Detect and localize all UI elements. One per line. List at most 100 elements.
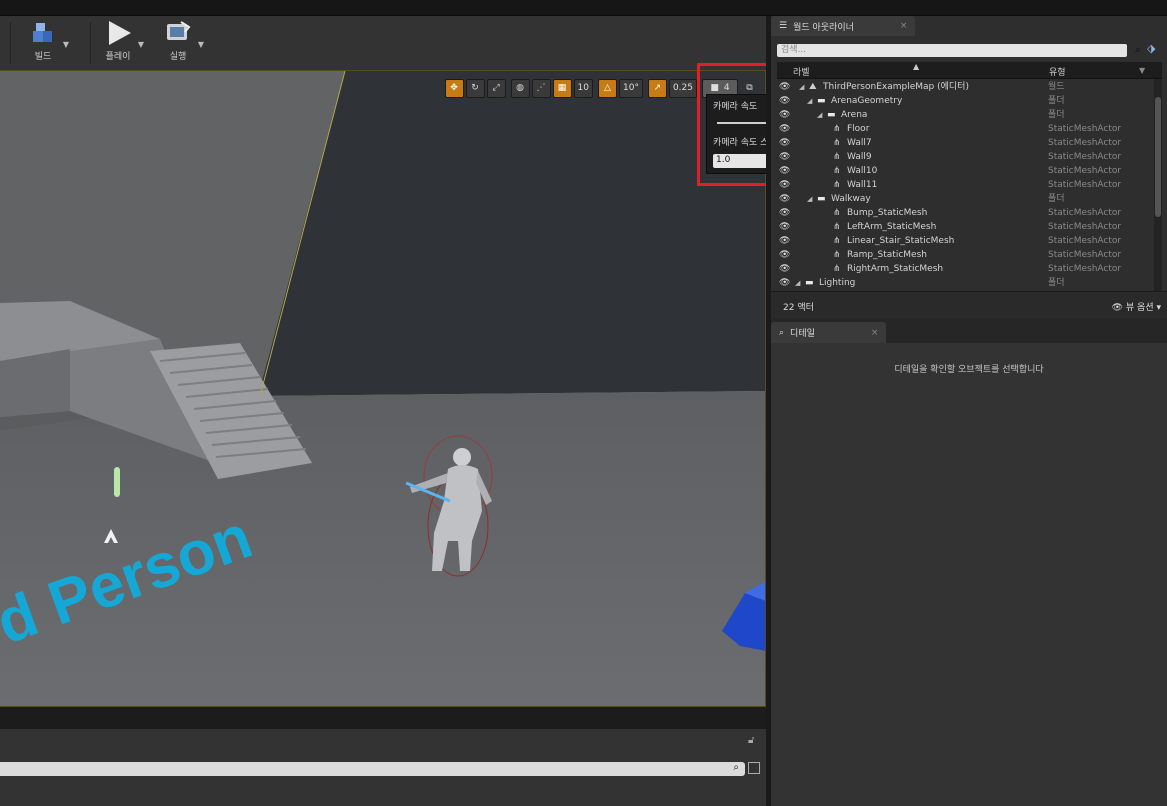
grid-snap-toggle[interactable]: ▦ <box>552 78 572 98</box>
outliner-row[interactable]: 👁︎ ◢ ▬ Lighting 폴더 <box>777 276 1152 290</box>
outliner-row[interactable]: 👁︎ ⋔ Linear_Stair_StaticMesh StaticMeshActo… <box>777 234 1152 248</box>
add-filter-icon[interactable]: ⬗ <box>1147 42 1155 55</box>
visibility-eye-icon[interactable]: 👁︎ <box>779 136 790 150</box>
outliner-tree: 👁︎ ◢ ⛰ ThirdPersonExampleMap (에디터) 월드 👁︎ ◢ ▬ Are… <box>777 79 1152 291</box>
actor-count: 22 액터 <box>783 303 814 313</box>
play-button[interactable]: 플레이 ▼ <box>90 18 146 68</box>
tree-expand-icon[interactable]: ◢ <box>817 108 822 122</box>
tree-expand-icon[interactable]: ◢ <box>807 94 812 108</box>
build-button[interactable]: 빌드 ▼ <box>15 18 71 68</box>
outliner-row[interactable]: 👁︎ ⋔ Floor StaticMeshActor <box>777 122 1152 136</box>
launch-label: 실행 <box>169 52 187 62</box>
tree-expand-icon[interactable]: ◢ <box>795 276 800 290</box>
static-mesh-icon: ⋔ <box>833 166 841 176</box>
launch-button[interactable]: 실행 ▼ <box>150 18 206 68</box>
outliner-row-name: Wall7 <box>847 138 872 148</box>
outliner-row-name: Linear_Stair_StaticMesh <box>847 236 955 246</box>
visibility-eye-icon[interactable]: 👁︎ <box>779 248 790 262</box>
rotate-mode-button[interactable]: ↻ <box>465 78 485 98</box>
static-mesh-icon: ⋔ <box>833 208 841 218</box>
outliner-scrollbar[interactable] <box>1154 79 1162 291</box>
outliner-column-header: 라벨 ▲ 유형 ▼ <box>777 62 1162 79</box>
details-tab-strip: ⌕ 디테일 × <box>771 318 1167 343</box>
scale-mode-button[interactable]: ⤢ <box>486 78 506 98</box>
chevron-down-icon[interactable]: ▼ <box>198 40 204 49</box>
scene-render[interactable]: d Person <box>0 71 766 707</box>
static-mesh-icon: ⋔ <box>833 236 841 246</box>
rotation-snap-value[interactable]: 10° <box>619 78 643 98</box>
static-mesh-icon: ⋔ <box>833 264 841 274</box>
outliner-row-type: StaticMeshActor <box>1048 166 1122 176</box>
outliner-footer: 22 액터 👁︎ 뷰 옵션 ▾ <box>771 291 1167 318</box>
outliner-search-input[interactable]: 검색... ⌕ <box>777 43 1141 57</box>
lock-icon[interactable]: 🔓︎ <box>748 735 754 746</box>
outliner-row-type: StaticMeshActor <box>1048 250 1122 260</box>
scale-snap-value[interactable]: 0.25 <box>668 78 697 98</box>
grid-snap-value[interactable]: 10 <box>573 78 593 98</box>
view-options-button[interactable]: 👁︎ 뷰 옵션 ▾ <box>1112 300 1161 313</box>
outliner-row-name: Walkway <box>831 194 871 204</box>
column-label-header[interactable]: 라벨 <box>793 65 810 78</box>
chevron-down-icon[interactable]: ▼ <box>138 40 144 49</box>
outliner-row-name: ThirdPersonExampleMap (에디터) <box>823 82 969 92</box>
visibility-eye-icon[interactable]: 👁︎ <box>779 150 790 164</box>
visibility-eye-icon[interactable]: 👁︎ <box>779 80 790 94</box>
visibility-eye-icon[interactable]: 👁︎ <box>779 220 790 234</box>
outliner-row-type: StaticMeshActor <box>1048 208 1122 218</box>
visibility-eye-icon[interactable]: 👁︎ <box>779 262 790 276</box>
visibility-eye-icon[interactable]: 👁︎ <box>779 122 790 136</box>
visibility-eye-icon[interactable]: 👁︎ <box>779 192 790 206</box>
world-outliner-panel: ☰ 월드 아웃라이너 × 검색... ⌕ ⬗ 라벨 ▲ 유형 ▼ 👁︎ ◢ ⛰ Thi… <box>771 16 1167 318</box>
tree-expand-icon[interactable]: ◢ <box>807 192 812 206</box>
folder-icon: ▬ <box>805 278 814 288</box>
outliner-row[interactable]: 👁︎ ◢ ▬ Walkway 폴더 <box>777 192 1152 206</box>
visibility-eye-icon[interactable]: 👁︎ <box>779 164 790 178</box>
world-local-toggle[interactable]: ◍ <box>510 78 530 98</box>
scale-snap-toggle[interactable]: ↗ <box>647 78 667 98</box>
surface-snap-button[interactable]: ⋰ <box>531 78 551 98</box>
outliner-row-type: 폴더 <box>1048 278 1065 288</box>
visibility-eye-icon[interactable]: 👁︎ <box>779 206 790 220</box>
outliner-row[interactable]: 👁︎ ⋔ Wall7 StaticMeshActor <box>777 136 1152 150</box>
column-type-header[interactable]: 유형 <box>1049 65 1066 78</box>
visibility-eye-icon[interactable]: 👁︎ <box>779 108 790 122</box>
visibility-eye-icon[interactable]: 👁︎ <box>779 234 790 248</box>
outliner-row[interactable]: 👁︎ ⋔ Bump_StaticMesh StaticMeshActor <box>777 206 1152 220</box>
outliner-row[interactable]: 👁︎ ⋔ LeftArm_StaticMesh StaticMeshActor <box>777 220 1152 234</box>
visibility-eye-icon[interactable]: 👁︎ <box>779 276 790 290</box>
chevron-down-icon[interactable]: ▼ <box>1139 66 1145 75</box>
toolbar-separator <box>10 22 11 64</box>
rotation-snap-toggle[interactable]: △ <box>598 78 617 98</box>
outliner-row[interactable]: 👁︎ ◢ ▬ ArenaGeometry 폴더 <box>777 94 1152 108</box>
visibility-eye-icon[interactable]: 👁︎ <box>779 178 790 192</box>
outliner-row[interactable]: 👁︎ ⋔ Ramp_StaticMesh StaticMeshActor <box>777 248 1152 262</box>
tree-expand-icon[interactable]: ◢ <box>799 80 804 94</box>
outliner-row-name: Arena <box>841 110 868 120</box>
close-icon[interactable]: × <box>900 21 908 31</box>
tab-details[interactable]: ⌕ 디테일 × <box>771 322 887 343</box>
translate-mode-button[interactable]: ✥ <box>444 78 464 98</box>
outliner-row[interactable]: 👁︎ ⋔ Wall10 StaticMeshActor <box>777 164 1152 178</box>
outliner-row[interactable]: 👁︎ ⋔ RightArm_StaticMesh StaticMeshActor <box>777 262 1152 276</box>
details-search-icon: ⌕ <box>779 327 785 338</box>
chevron-down-icon[interactable]: ▼ <box>63 40 69 49</box>
outliner-row[interactable]: 👁︎ ⋔ Wall11 StaticMeshActor <box>777 178 1152 192</box>
close-icon[interactable]: × <box>871 328 879 338</box>
title-strip <box>0 0 1167 16</box>
save-search-icon[interactable] <box>748 762 760 774</box>
outliner-scrollbar-thumb[interactable] <box>1155 97 1161 217</box>
build-icon <box>28 19 58 47</box>
bottom-search-input[interactable]: ⌕ <box>0 762 745 776</box>
play-label: 플레이 <box>105 52 131 62</box>
tab-world-outliner[interactable]: ☰ 월드 아웃라이너 × <box>771 16 916 36</box>
outliner-row-name: ArenaGeometry <box>831 96 903 106</box>
outliner-row[interactable]: 👁︎ ◢ ⛰ ThirdPersonExampleMap (에디터) 월드 <box>777 80 1152 94</box>
level-viewport[interactable]: d Person ✥ ↻ ⤢ ◍ ⋰ ▦ 10 △ 10° ↗ 0.25 ■ 4… <box>0 70 766 707</box>
outliner-row[interactable]: 👁︎ ◢ ▬ Arena 폴더 <box>777 108 1152 122</box>
outliner-row-type: 폴더 <box>1048 110 1065 120</box>
outliner-row[interactable]: 👁︎ ⋔ Wall9 StaticMeshActor <box>777 150 1152 164</box>
static-mesh-icon: ⋔ <box>833 250 841 260</box>
outliner-row-name: Ramp_StaticMesh <box>847 250 927 260</box>
visibility-eye-icon[interactable]: 👁︎ <box>779 94 790 108</box>
outliner-row-name: LeftArm_StaticMesh <box>847 222 937 232</box>
